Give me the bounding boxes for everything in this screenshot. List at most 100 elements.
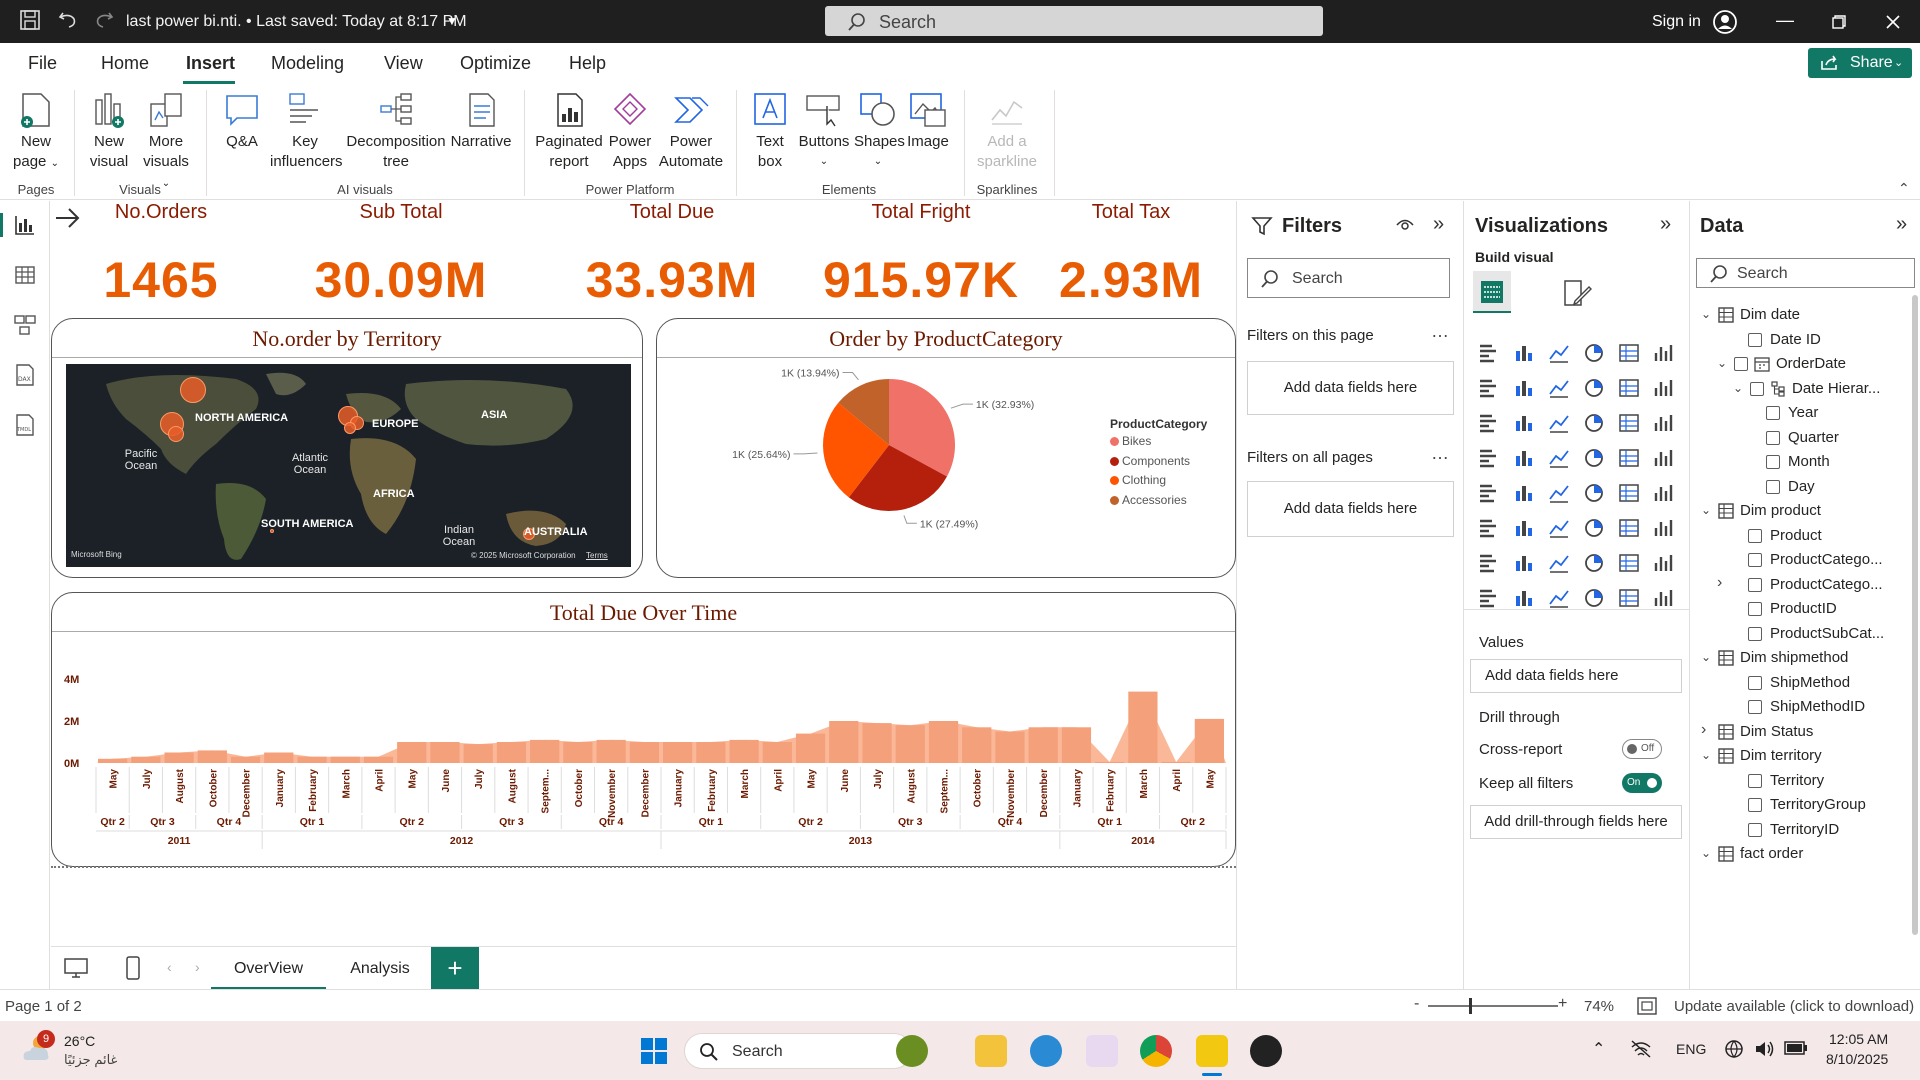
globe-icon[interactable] (1724, 1039, 1744, 1059)
visual-type-icon[interactable] (1477, 481, 1501, 505)
field-checkbox[interactable] (1766, 479, 1780, 494)
area-bar[interactable] (962, 727, 992, 763)
field-name[interactable]: OrderDate (1776, 355, 1846, 372)
table-name[interactable]: Dim shipmethod (1740, 649, 1848, 666)
tab-view[interactable]: View (384, 53, 423, 74)
save-icon[interactable] (18, 9, 42, 33)
visual-type-icon[interactable] (1582, 341, 1606, 365)
field-checkbox[interactable] (1748, 798, 1762, 812)
visual-type-icon[interactable] (1617, 446, 1641, 470)
visual-type-icon[interactable] (1582, 516, 1606, 540)
visual-type-icon[interactable] (1512, 586, 1536, 610)
area-bar[interactable] (496, 742, 527, 763)
visual-type-icon[interactable] (1617, 411, 1641, 435)
area-bar[interactable] (928, 721, 959, 763)
page-tab-overview[interactable]: OverView (211, 947, 326, 990)
table-name[interactable]: fact order (1740, 845, 1803, 862)
map-bubble[interactable] (168, 426, 184, 442)
input-language[interactable]: ENG (1676, 1041, 1706, 1057)
tmdl-view-icon[interactable]: TMDL (13, 413, 37, 437)
battery-icon[interactable] (1784, 1040, 1808, 1056)
dax-query-view-icon[interactable]: DAX (13, 363, 37, 387)
power-apps-button[interactable]: Power Apps (606, 90, 654, 172)
area-bar[interactable] (430, 742, 460, 763)
visual-type-icon[interactable] (1477, 446, 1501, 470)
visual-type-icon[interactable] (1582, 586, 1606, 610)
area-bar[interactable] (596, 739, 626, 763)
cross-report-toggle[interactable]: Off (1622, 739, 1662, 759)
page-tab-analysis[interactable]: Analysis (330, 947, 430, 990)
keep-filters-toggle[interactable]: On (1622, 773, 1662, 793)
visual-type-icon[interactable] (1617, 341, 1641, 365)
area-bar[interactable] (1028, 727, 1058, 763)
visual-type-icon[interactable] (1582, 446, 1606, 470)
visual-type-icon[interactable] (1512, 551, 1536, 575)
chevron-down-icon[interactable]: ⌄ (1701, 307, 1711, 321)
filters-all-pages-drop-zone[interactable]: Add data fields here (1247, 481, 1454, 537)
visual-type-icon[interactable] (1582, 411, 1606, 435)
field-name[interactable]: TerritoryGroup (1770, 796, 1866, 813)
desktop-layout-icon[interactable] (63, 957, 89, 979)
clock-time[interactable]: 12:05 AM (1829, 1031, 1888, 1047)
field-checkbox[interactable] (1748, 553, 1762, 567)
clock-date[interactable]: 8/10/2025 (1826, 1051, 1888, 1067)
add-page-button[interactable]: + (431, 947, 479, 990)
data-pane-scrollbar[interactable] (1912, 295, 1918, 935)
filters-page-drop-zone[interactable]: Add data fields here (1247, 361, 1454, 415)
field-checkbox[interactable] (1748, 675, 1762, 690)
area-bar[interactable] (297, 756, 327, 763)
visual-type-icon[interactable] (1547, 376, 1571, 400)
image-button[interactable]: Image (904, 90, 952, 152)
power-bi-app-icon[interactable] (1196, 1035, 1228, 1067)
tray-chevron-up-icon[interactable]: ⌃ (1592, 1039, 1605, 1059)
visual-type-icon[interactable] (1652, 446, 1676, 470)
field-name[interactable]: ProductCatego... (1770, 576, 1883, 593)
sign-in-link[interactable]: Sign in (1652, 13, 1701, 31)
area-bar[interactable] (995, 731, 1025, 764)
taskbar-search-box[interactable]: Search (684, 1033, 912, 1069)
build-visual-tab[interactable] (1473, 271, 1511, 313)
zoom-slider-thumb[interactable] (1469, 998, 1472, 1014)
network-offline-icon[interactable] (1630, 1039, 1652, 1059)
scroll-left-icon[interactable]: ‹ (167, 959, 172, 975)
total-due-over-time-visual[interactable]: Total Due Over Time 4M 2M 0M May July August O… (51, 592, 1236, 867)
area-bar[interactable] (397, 742, 427, 763)
field-name[interactable]: Territory (1770, 772, 1824, 789)
collapse-data-icon[interactable]: » (1896, 213, 1907, 236)
chevron-down-icon[interactable]: ⌄ (1701, 748, 1711, 762)
text-box-button[interactable]: Text box (746, 90, 794, 172)
field-name[interactable]: Year (1788, 404, 1818, 421)
visual-type-icon[interactable] (1617, 551, 1641, 575)
zoom-slider-track[interactable] (1428, 1005, 1558, 1007)
visual-type-icon[interactable] (1652, 341, 1676, 365)
visual-type-icon[interactable] (1617, 516, 1641, 540)
table-name[interactable]: Dim product (1740, 502, 1821, 519)
table-name[interactable]: Dim territory (1740, 747, 1822, 764)
visual-type-icon[interactable] (1547, 481, 1571, 505)
map-visual[interactable]: No.order by Territory NORTH AMERICA EURO… (51, 318, 643, 578)
field-name[interactable]: ShipMethodID (1770, 698, 1865, 715)
title-dropdown-icon[interactable]: ▼ (446, 14, 458, 28)
model-view-icon[interactable] (13, 313, 37, 337)
table-name[interactable]: Dim date (1740, 306, 1800, 323)
key-influencers-button[interactable]: Key influencers (270, 90, 343, 172)
chevron-down-icon[interactable]: ⌄ (1701, 846, 1711, 860)
field-checkbox[interactable] (1734, 357, 1748, 371)
area-bar[interactable] (729, 739, 759, 763)
field-name[interactable]: ProductCatego... (1770, 551, 1883, 568)
field-name[interactable]: Date Hierar... (1792, 380, 1880, 397)
field-name[interactable]: Month (1788, 453, 1830, 470)
field-name[interactable]: TerritoryID (1770, 821, 1839, 838)
field-checkbox[interactable] (1748, 577, 1762, 592)
visual-type-icon[interactable] (1652, 481, 1676, 505)
visual-type-icon[interactable] (1652, 376, 1676, 400)
area-bar[interactable] (629, 742, 659, 763)
tab-insert[interactable]: Insert (186, 53, 235, 74)
pie-visual[interactable]: Order by ProductCategory 1K (32.93%) 1K (… (656, 318, 1236, 578)
table-view-icon[interactable] (13, 263, 37, 287)
mobile-layout-icon[interactable] (125, 955, 141, 981)
media-player-icon[interactable] (1250, 1035, 1282, 1067)
area-bar[interactable] (795, 733, 826, 763)
field-name[interactable]: Date ID (1770, 331, 1821, 348)
collapse-visualizations-icon[interactable]: » (1660, 213, 1671, 236)
